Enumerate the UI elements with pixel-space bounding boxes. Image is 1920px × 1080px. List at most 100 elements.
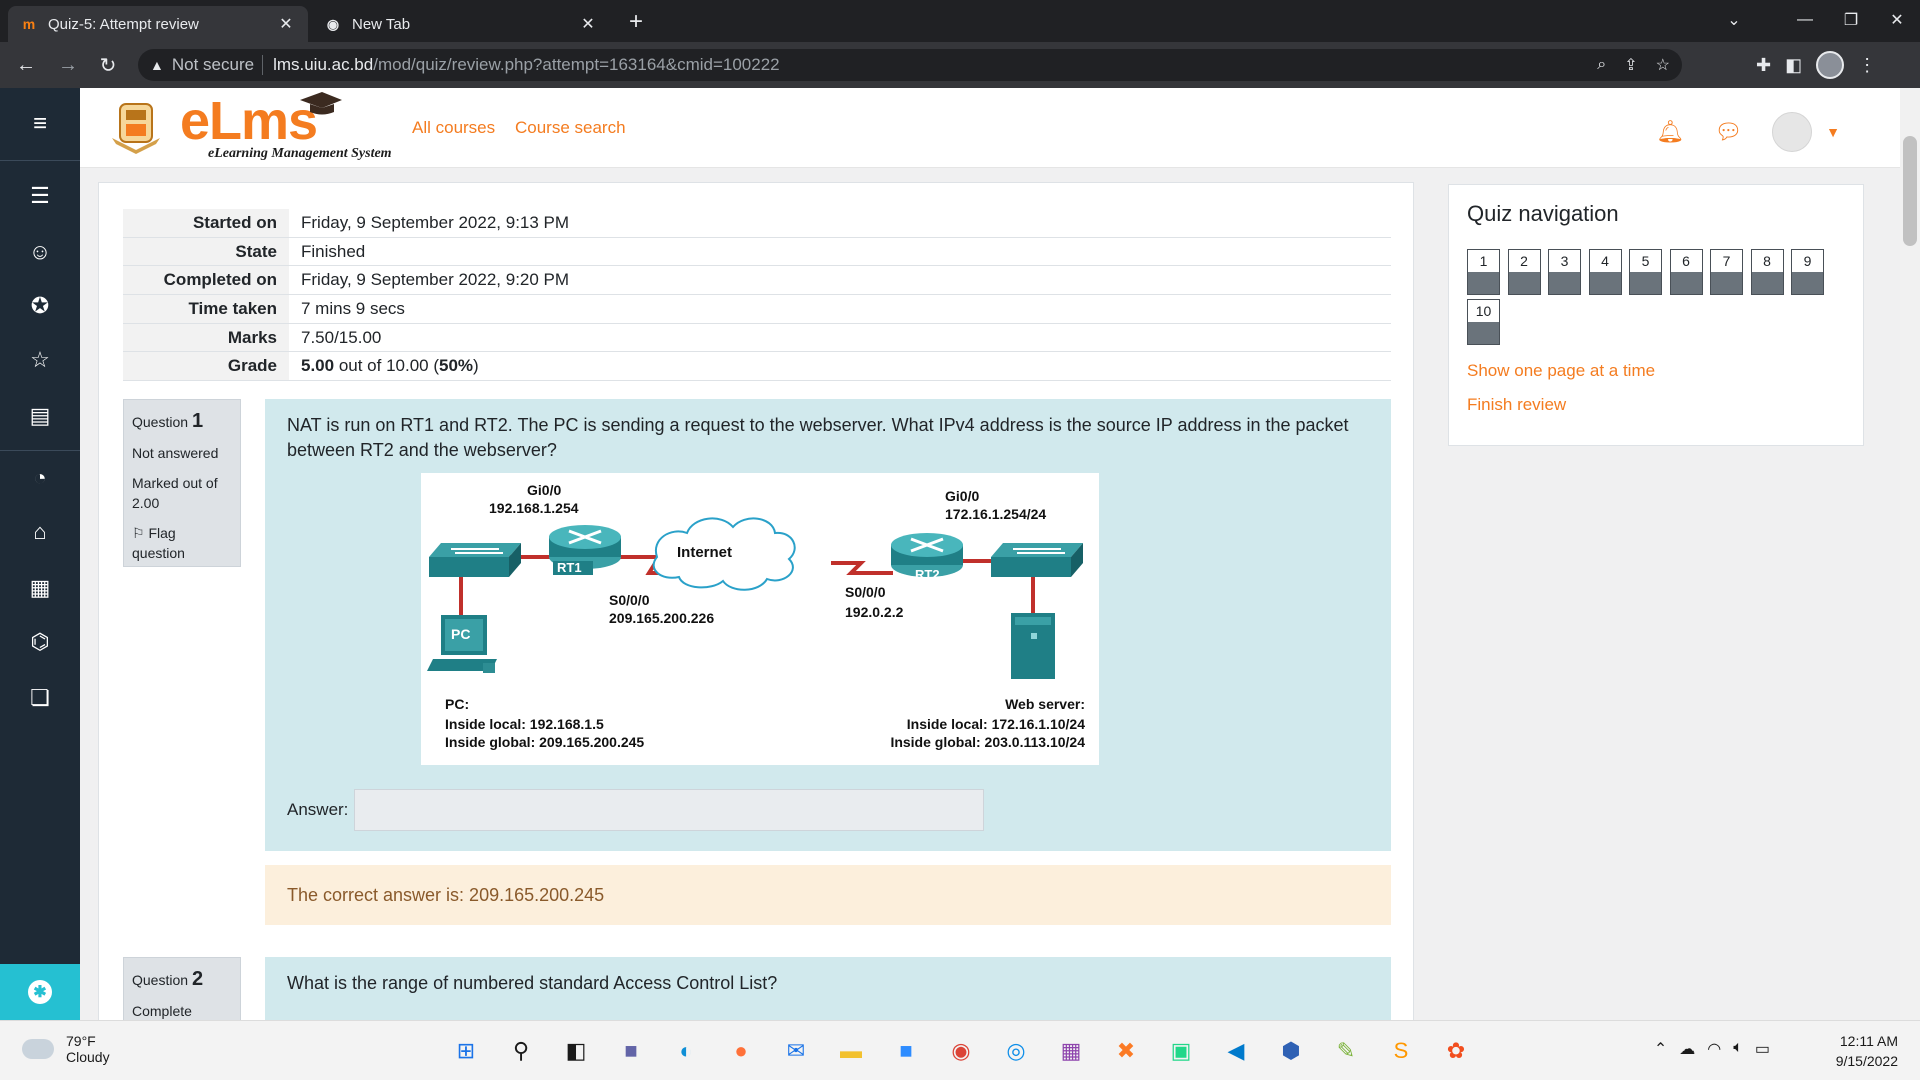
forward-arrow-icon[interactable]: → xyxy=(54,51,82,79)
chrome-icon[interactable]: ◉ xyxy=(943,1033,979,1069)
share-icon[interactable]: ⇪ xyxy=(1624,55,1637,75)
drawer-divider xyxy=(0,160,80,161)
show-one-page-link[interactable]: Show one page at a time xyxy=(1467,361,1655,381)
address-bar[interactable]: ▲ Not secure lms.uiu.ac.bd /mod/quiz/rev… xyxy=(138,49,1682,81)
zoom-icon[interactable]: ⌕ xyxy=(1597,56,1606,74)
summary-label: Grade xyxy=(123,352,289,381)
search-icon[interactable]: ⚲ xyxy=(503,1033,539,1069)
mail-icon[interactable]: ✉ xyxy=(778,1033,814,1069)
weather-widget[interactable]: 79°F Cloudy xyxy=(22,1033,110,1065)
badges-icon[interactable]: ✪ xyxy=(24,290,56,322)
window-close-icon[interactable]: ✕ xyxy=(1874,0,1920,40)
extensions-puzzle-icon[interactable]: ✚ xyxy=(1756,55,1771,76)
url-path: /mod/quiz/review.php?attempt=163164&cmid… xyxy=(373,55,780,74)
tab-search-chevron-icon[interactable]: ⌄ xyxy=(1714,0,1754,40)
pc-computer-icon xyxy=(427,615,497,673)
quiz-nav-question-3[interactable]: 3 xyxy=(1548,249,1581,295)
wifi-icon[interactable]: ◠ xyxy=(1707,1039,1721,1059)
graduation-cap-icon[interactable]: ⌬ xyxy=(24,626,56,658)
all-courses-link[interactable]: All courses xyxy=(412,118,495,138)
flag-question[interactable]: ⚐ Flag question xyxy=(132,523,232,563)
virtualbox-icon[interactable]: ⬢ xyxy=(1273,1033,1309,1069)
question-number: Question 1 xyxy=(132,410,232,433)
xampp-icon[interactable]: ✖ xyxy=(1108,1033,1144,1069)
messages-chat-icon[interactable]: 💬︎ xyxy=(1714,119,1742,145)
teamviewer-icon[interactable]: ◎ xyxy=(998,1033,1034,1069)
quiz-nav-question-9[interactable]: 9 xyxy=(1791,249,1824,295)
rt1-gi-ip: 192.168.1.254 xyxy=(489,500,579,516)
quiz-nav-question-7[interactable]: 7 xyxy=(1710,249,1743,295)
answer-label: Answer: xyxy=(287,800,349,819)
zoom-icon[interactable]: ■ xyxy=(888,1033,924,1069)
user-menu-caret-icon[interactable]: ▼ xyxy=(1826,124,1840,140)
quiz-nav-question-10[interactable]: 10 xyxy=(1467,299,1500,345)
new-tab-plus-icon[interactable]: + xyxy=(622,8,650,36)
teams-chat-icon[interactable]: ■ xyxy=(613,1033,649,1069)
quiz-nav-question-2[interactable]: 2 xyxy=(1507,249,1541,295)
quiz-nav-question-6[interactable]: 6 xyxy=(1669,249,1703,295)
profile-avatar[interactable] xyxy=(1816,51,1845,79)
calendar-icon[interactable]: ▦ xyxy=(24,572,56,604)
taskbar-clock[interactable]: 12:11 AM 9/15/2022 xyxy=(1836,1031,1898,1071)
elms-logo[interactable]: eLms xyxy=(180,90,318,152)
university-crest-icon[interactable] xyxy=(108,98,164,154)
system-tray: ⌃ ☁ ◠ 🔈︎ ▭ xyxy=(1654,1039,1770,1059)
quiz-nav-number: 2 xyxy=(1520,253,1528,269)
dashboard-gauge-icon[interactable]: ◔ xyxy=(24,462,56,494)
bookmark-star-icon[interactable]: ☆ xyxy=(1656,55,1670,75)
hamburger-menu-icon[interactable]: ≡ xyxy=(24,110,56,137)
notifications-bell-icon[interactable]: 🔔︎ xyxy=(1656,119,1684,145)
course-search-link[interactable]: Course search xyxy=(515,118,626,138)
figma-icon[interactable]: ✿ xyxy=(1438,1033,1474,1069)
file-explorer-icon[interactable]: ▬ xyxy=(833,1033,869,1069)
quiz-nav-state-bar xyxy=(1549,272,1580,294)
tab-quiz-attempt-review[interactable]: m Quiz-5: Attempt review ✕ xyxy=(8,6,308,42)
winrar-icon[interactable]: ▦ xyxy=(1053,1033,1089,1069)
tab-new-tab[interactable]: ◉ New Tab ✕ xyxy=(312,6,610,42)
task-view-icon[interactable]: ◧ xyxy=(558,1033,594,1069)
quiz-nav-question-1[interactable]: 1 xyxy=(1467,249,1500,295)
grades-book-icon[interactable]: ▤ xyxy=(24,400,56,432)
close-icon[interactable]: ✕ xyxy=(578,14,598,34)
close-icon[interactable]: ✕ xyxy=(276,14,296,34)
quiz-navigation-block: Quiz navigation 1 2 3 4 5 6 7 8 9 10 Sho… xyxy=(1448,184,1864,446)
battery-icon[interactable]: ▭ xyxy=(1755,1039,1770,1059)
kebab-menu-icon[interactable]: ⋮ xyxy=(1858,55,1876,76)
minimize-icon[interactable]: — xyxy=(1782,0,1828,40)
rt1-serial-label: S0/0/0 xyxy=(609,592,650,608)
sublime-text-icon[interactable]: S xyxy=(1383,1033,1419,1069)
competencies-star-icon[interactable]: ☆ xyxy=(24,344,56,376)
summary-label: Completed on xyxy=(123,266,289,295)
firefox-icon[interactable]: ● xyxy=(723,1033,759,1069)
quiz-nav-question-8[interactable]: 8 xyxy=(1750,249,1784,295)
restore-icon[interactable]: ❐ xyxy=(1828,0,1874,40)
site-header: eLms eLearning Management System All cou… xyxy=(80,88,1900,168)
pycharm-icon[interactable]: ▣ xyxy=(1163,1033,1199,1069)
rt2-gi-label: Gi0/0 xyxy=(945,488,979,504)
separator xyxy=(262,55,264,75)
notepad-plus-plus-icon[interactable]: ✎ xyxy=(1328,1033,1364,1069)
scrollbar-thumb[interactable] xyxy=(1903,136,1917,246)
accessibility-button[interactable]: ✱ xyxy=(0,964,80,1020)
quiz-nav-question-5[interactable]: 5 xyxy=(1629,249,1662,295)
home-icon[interactable]: ⌂ xyxy=(24,516,56,548)
user-avatar[interactable] xyxy=(1772,112,1813,152)
reload-icon[interactable]: ↻ xyxy=(94,51,122,79)
vscode-icon[interactable]: ◀ xyxy=(1218,1033,1254,1069)
summary-label: Time taken xyxy=(123,295,289,323)
windows-start-icon[interactable]: ⊞ xyxy=(448,1033,484,1069)
quiz-nav-number: 3 xyxy=(1560,253,1569,269)
tray-chevron-icon[interactable]: ⌃ xyxy=(1654,1039,1667,1059)
list-icon[interactable]: ☰ xyxy=(24,180,56,212)
finish-review-link[interactable]: Finish review xyxy=(1467,395,1566,415)
side-panel-icon[interactable]: ◧ xyxy=(1785,55,1802,76)
onedrive-icon[interactable]: ☁ xyxy=(1679,1039,1695,1059)
edge-icon[interactable]: ◐ xyxy=(668,1033,704,1069)
answer-input[interactable] xyxy=(354,789,985,831)
volume-icon[interactable]: 🔈︎ xyxy=(1733,1039,1743,1059)
participants-icon[interactable]: ☺ xyxy=(24,236,56,268)
private-files-icon[interactable]: ❏ xyxy=(24,682,56,714)
back-arrow-icon[interactable]: ← xyxy=(12,51,40,79)
quiz-nav-question-4[interactable]: 4 xyxy=(1588,249,1622,295)
quiz-nav-state-bar xyxy=(1751,272,1783,294)
